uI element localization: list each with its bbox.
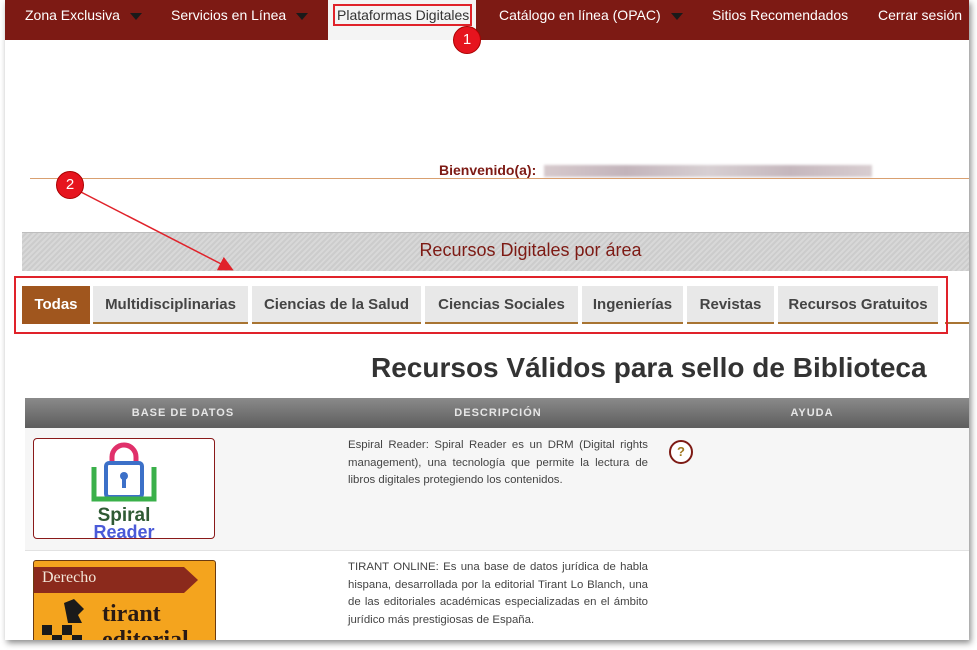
tirant-logo-text: tirant [102, 601, 161, 627]
spiral-reader-logo[interactable]: Spiral Reader [33, 438, 215, 542]
help-question-icon[interactable]: ? [669, 440, 693, 464]
column-header-descripcion: DESCRIPCIÓN [454, 407, 542, 419]
page-title: Recursos Válidos para sello de Bibliotec… [371, 352, 927, 383]
row-description: TIRANT ONLINE: Es una base de datos jurí… [348, 561, 648, 626]
category-ribbon-tip [184, 567, 198, 593]
column-header-ayuda: AYUDA [790, 407, 834, 419]
row-description: Espiral Reader: Spiral Reader es un DRM … [348, 439, 648, 486]
knight-chess-icon [42, 599, 84, 640]
tirant-editorial-logo[interactable]: Derecho tirant editorial [33, 560, 216, 640]
reader-logo-text: Reader [93, 522, 155, 542]
category-label: Derecho [42, 569, 97, 586]
browser-page: Zona Exclusiva Servicios en Línea Plataf… [5, 0, 969, 640]
column-header-base-de-datos: BASE DE DATOS [131, 407, 235, 419]
editorial-logo-text: editorial [102, 627, 189, 640]
annotation-marker-2: 2 [56, 171, 84, 199]
lock-book-icon [91, 442, 157, 502]
